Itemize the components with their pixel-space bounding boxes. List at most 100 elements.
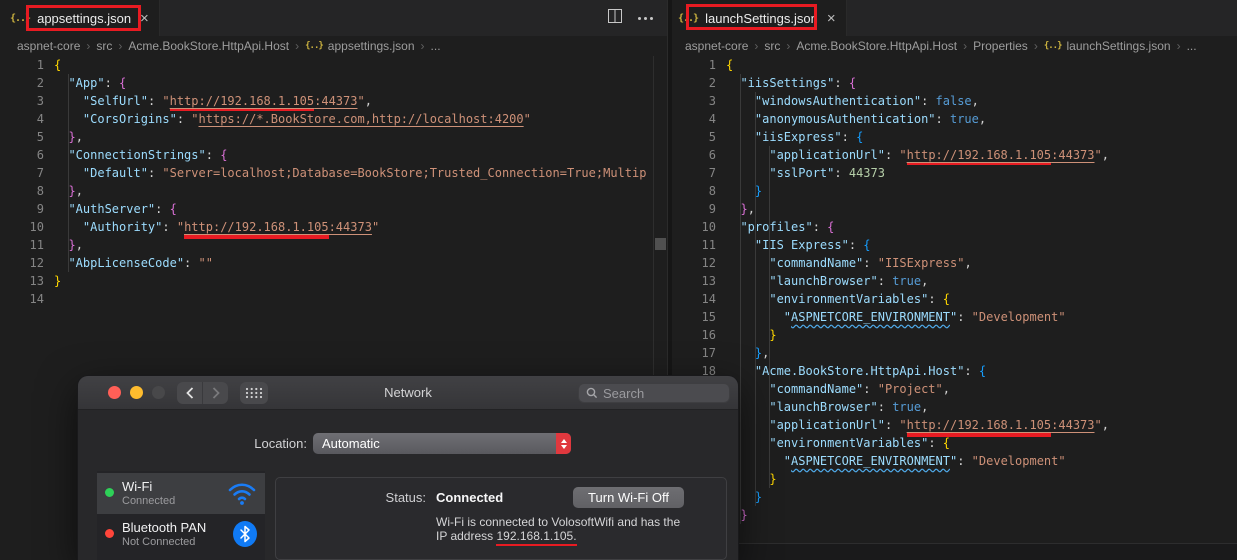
code-line: 21 "applicationUrl": "http://192.168.1.1… [672,416,1237,437]
code-editor[interactable]: 1{2 "App": {3 "SelfUrl": "http://192.168… [0,56,667,308]
code-line: 1{ [0,56,667,74]
line-number: 8 [36,184,44,198]
code-line: 11 "IIS Express": { [672,236,1237,254]
panel-divider [672,543,1237,560]
breadcrumb-item[interactable]: aspnet-core [17,39,80,53]
json-file-icon: {..} [678,12,699,24]
line-number: 2 [36,76,44,90]
breadcrumb-item[interactable]: Acme.BookStore.HttpApi.Host [796,39,957,53]
tab-bar: {..} launchSettings.json × [672,0,1237,36]
search-input[interactable] [603,385,729,401]
code-line: 1{ [672,56,1237,74]
breadcrumb-separator-icon: › [295,39,300,53]
code-line: 5 }, [0,128,667,146]
location-dropdown[interactable]: Automatic [313,433,571,454]
more-actions-icon[interactable] [638,16,653,20]
search-field[interactable] [578,383,730,403]
line-number: 11 [29,238,44,252]
code-editor[interactable]: 1{2 "iisSettings": {3 "windowsAuthentica… [672,56,1237,542]
breadcrumb-item[interactable]: src [96,39,112,53]
close-tab-icon[interactable]: × [827,11,836,26]
code-line: 26 } [672,506,1237,524]
line-number: 7 [36,166,44,180]
breadcrumb-separator-icon: › [86,39,91,53]
interface-name: Bluetooth PAN [122,520,207,535]
line-number: 9 [708,202,716,216]
code-line: 10 "Authority": "http://192.168.1.105:44… [0,218,667,239]
line-number: 4 [36,112,44,126]
code-line: 27} [672,524,1237,542]
breadcrumb-item[interactable]: aspnet-core [685,39,748,53]
breadcrumb-item[interactable]: Properties [973,39,1028,53]
breadcrumb-item[interactable]: ... [431,39,441,53]
list-item-wifi[interactable]: Wi-Fi Connected [97,473,265,514]
scrollbar-marker[interactable] [655,238,666,250]
breadcrumb-separator-icon: › [786,39,791,53]
code-line: 16 } [672,326,1237,344]
breadcrumb-item[interactable]: ... [1187,39,1197,53]
split-editor-icon[interactable] [607,8,623,29]
line-number: 5 [708,130,716,144]
tab-appsettings[interactable]: {..} appsettings.json × [0,0,160,36]
code-line: 11 }, [0,236,667,254]
tab-label: appsettings.json [37,10,132,26]
line-number: 10 [29,220,44,234]
dropdown-stepper-icon [556,433,571,454]
breadcrumb-separator-icon: › [963,39,968,53]
status-value: Connected [436,490,504,505]
status-dot-red [105,529,114,538]
breadcrumb-separator-icon: › [1033,39,1038,53]
bluetooth-icon [233,521,257,547]
breadcrumb-item[interactable]: src [764,39,780,53]
editor-pane-launchsettings: {..} launchSettings.json × aspnet-core › s… [672,0,1237,560]
interface-list: Wi-Fi Connected Bluetooth PAN Not Connec… [97,471,265,560]
line-number: 13 [29,274,44,288]
breadcrumb-separator-icon: › [754,39,759,53]
code-line: 10 "profiles": { [672,218,1237,236]
turn-wifi-off-button[interactable]: Turn Wi-Fi Off [573,487,684,508]
interface-detail-panel: Status: Connected Turn Wi-Fi Off Wi-Fi i… [275,477,727,560]
line-number: 7 [708,166,716,180]
breadcrumb-item[interactable]: {..} appsettings.json [305,39,414,53]
line-number: 14 [701,292,716,306]
tab-label: launchSettings.json [705,10,818,26]
code-line: 14 "environmentVariables": { [672,290,1237,308]
breadcrumb-item[interactable]: {..} launchSettings.json [1044,39,1171,53]
code-line: 18 "Acme.BookStore.HttpApi.Host": { [672,362,1237,380]
line-number: 14 [29,292,44,306]
tab-launchsettings[interactable]: {..} launchSettings.json × [672,0,847,36]
indent-guide [769,146,770,488]
line-number: 11 [701,238,716,252]
code-line: 6 "applicationUrl": "http://192.168.1.10… [672,146,1237,165]
code-line: 5 "iisExpress": { [672,128,1237,146]
code-line: 4 "anonymousAuthentication": true, [672,110,1237,128]
breadcrumb-item[interactable]: Acme.BookStore.HttpApi.Host [128,39,289,53]
location-label: Location: [254,436,307,451]
line-number: 12 [29,256,44,270]
code-line: 17 }, [672,344,1237,362]
code-line: 12 "commandName": "IISExpress", [672,254,1237,272]
network-window: Network Location: Automatic Wi-Fi Connec… [78,376,738,560]
code-line: 2 "iisSettings": { [672,74,1237,92]
code-line: 15 "ASPNETCORE_ENVIRONMENT": "Developmen… [672,308,1237,326]
code-line: 13} [0,272,667,290]
interface-status: Not Connected [122,536,196,548]
code-line: 2 "App": { [0,74,667,92]
close-tab-icon[interactable]: × [140,11,149,26]
breadcrumb[interactable]: aspnet-core › src › Acme.BookStore.HttpApi.H… [0,36,667,56]
code-line: 9 "AuthServer": { [0,200,667,218]
code-line: 23 "ASPNETCORE_ENVIRONMENT": "Developmen… [672,452,1237,470]
interface-name: Wi-Fi [122,479,153,494]
list-item-bluetooth[interactable]: Bluetooth PAN Not Connected [97,514,265,555]
code-line: 8 }, [0,182,667,200]
breadcrumb-separator-icon: › [1176,39,1181,53]
breadcrumb[interactable]: aspnet-core › src › Acme.BookStore.HttpApi.H… [672,36,1237,56]
line-number: 6 [36,148,44,162]
line-number: 3 [36,94,44,108]
breadcrumb-separator-icon: › [420,39,425,53]
location-value: Automatic [322,436,380,451]
line-number: 3 [708,94,716,108]
interface-status: Connected [122,495,176,507]
code-line: 7 "sslPort": 44373 [672,164,1237,182]
window-titlebar[interactable]: Network [78,376,738,410]
